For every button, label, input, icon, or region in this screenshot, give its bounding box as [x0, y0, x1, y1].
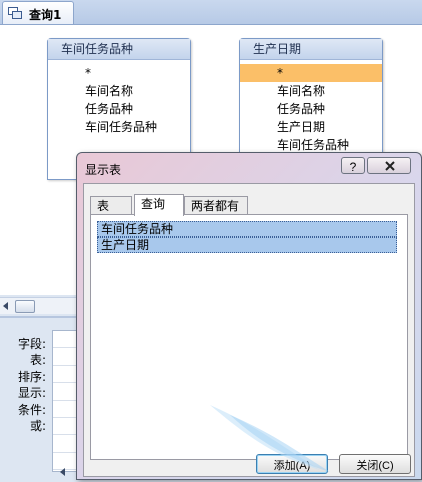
add-button[interactable]: 添加(A)	[256, 454, 328, 474]
field-list: * 车间名称 任务品种 车间任务品种	[48, 60, 190, 136]
list-item[interactable]: 生产日期	[97, 237, 397, 253]
close-icon	[385, 161, 395, 171]
help-button[interactable]: ?	[341, 157, 365, 174]
field-item[interactable]: 任务品种	[48, 100, 190, 118]
tab-queries[interactable]: 查询	[134, 194, 184, 216]
grid-row-label: 条件:	[17, 402, 46, 417]
field-item[interactable]: 车间名称	[48, 82, 190, 100]
scroll-thumb[interactable]	[15, 300, 35, 313]
dialog-body: 表 查询 两者都有 车间任务品种 生产日期 添加(A) 关闭(C)	[83, 183, 415, 477]
document-tab-strip: 查询1	[0, 0, 422, 25]
tab-panel: 车间任务品种 生产日期	[90, 214, 408, 460]
field-item-selected[interactable]: *	[240, 64, 382, 82]
grid-row-label: 排序:	[17, 369, 46, 384]
grid-row-label: 显示:	[17, 386, 46, 401]
query-icon	[8, 7, 22, 19]
list-item[interactable]: 车间任务品种	[97, 221, 397, 237]
dialog-title: 显示表	[85, 163, 122, 177]
query-tab[interactable]: 查询1	[2, 1, 74, 24]
tab-tables[interactable]: 表	[90, 196, 132, 215]
field-item[interactable]: 车间名称	[240, 82, 382, 100]
dialog-close-button[interactable]	[367, 157, 411, 174]
table-box-title: 生产日期	[240, 39, 382, 60]
tab-both[interactable]: 两者都有	[184, 196, 248, 215]
field-item[interactable]: 生产日期	[240, 118, 382, 136]
field-item[interactable]: *	[48, 64, 190, 82]
field-item[interactable]: 任务品种	[240, 100, 382, 118]
close-button[interactable]: 关闭(C)	[339, 454, 411, 474]
grid-row-label: 或:	[29, 418, 46, 433]
grid-row-label: 字段:	[17, 337, 46, 351]
table-box-title: 车间任务品种	[48, 39, 190, 60]
scroll-left-icon[interactable]	[3, 302, 8, 310]
field-list: * 车间名称 任务品种 生产日期 车间任务品种	[240, 60, 382, 154]
query-listbox[interactable]: 车间任务品种 生产日期	[97, 221, 397, 421]
design-horizontal-scrollbar[interactable]	[0, 297, 80, 314]
show-table-dialog: 显示表 ? 表 查询 两者都有 车间任务品种 生产日期 添加(A) 关闭(C)	[76, 152, 422, 480]
grid-scroll-left-icon[interactable]	[60, 468, 65, 476]
query-tab-label: 查询1	[29, 8, 62, 22]
field-item[interactable]: 车间任务品种	[48, 118, 190, 136]
grid-row-label: 表:	[29, 353, 46, 368]
grid-row-labels: 字段: 表: 排序: 显示: 条件: 或:	[0, 336, 46, 434]
